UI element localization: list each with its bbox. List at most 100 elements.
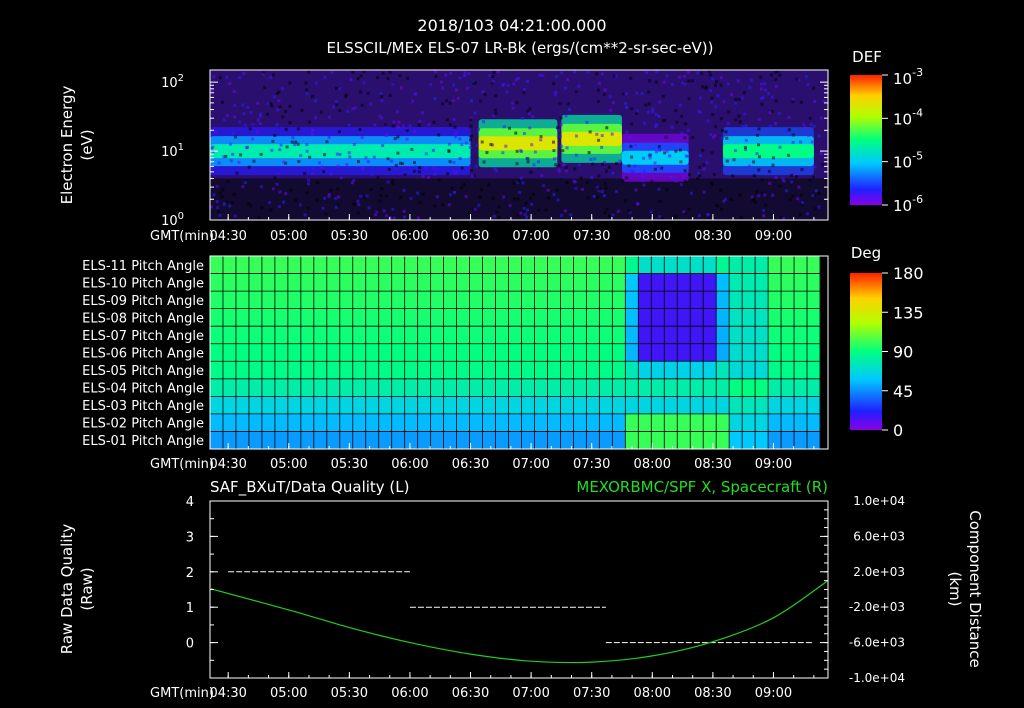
pitch-cell — [716, 326, 730, 345]
noise-pixel — [669, 175, 673, 179]
noise-pixel — [445, 118, 449, 122]
noise-pixel — [330, 71, 334, 75]
pitch-cell — [469, 343, 483, 362]
noise-pixel — [310, 133, 314, 137]
pitch-cell — [703, 273, 717, 292]
noise-pixel — [359, 90, 363, 94]
pitch-cell — [274, 291, 289, 309]
noise-pixel — [698, 165, 702, 169]
pitch-cell — [599, 256, 613, 274]
quality-tick-label: 3 — [186, 530, 194, 545]
noise-pixel — [512, 181, 516, 185]
noise-pixel — [491, 196, 495, 200]
pitch-cell — [508, 378, 522, 397]
energy-tick-label: 100 — [161, 211, 184, 229]
pitch-cell — [261, 273, 276, 292]
noise-pixel — [403, 215, 407, 219]
noise-pixel — [278, 105, 282, 109]
noise-pixel — [360, 103, 364, 107]
noise-pixel — [421, 175, 425, 179]
pitch-cell — [352, 378, 367, 397]
noise-pixel — [751, 199, 755, 203]
noise-pixel — [616, 209, 620, 213]
pitch-cell — [352, 413, 367, 432]
distance-tick-label: 6.0e+03 — [853, 529, 905, 543]
noise-pixel — [684, 122, 688, 126]
pitch-cell — [599, 343, 613, 362]
noise-pixel — [464, 141, 468, 145]
pitch-cell — [807, 343, 821, 362]
noise-pixel — [269, 102, 273, 106]
noise-pixel — [633, 164, 637, 168]
noise-pixel — [518, 190, 522, 194]
pitch-cell — [482, 291, 496, 309]
noise-pixel — [246, 105, 250, 109]
noise-pixel — [418, 200, 422, 204]
pitch-cell — [404, 361, 418, 380]
noise-pixel — [797, 185, 801, 189]
pitch-cell — [404, 308, 418, 327]
pitch-cell — [742, 256, 756, 274]
noise-pixel — [557, 164, 561, 168]
noise-pixel — [811, 194, 815, 198]
pitch-cell — [742, 308, 756, 327]
pitch-cell — [560, 273, 574, 292]
noise-pixel — [709, 73, 713, 77]
pitch-cell — [703, 308, 717, 327]
noise-pixel — [228, 204, 232, 208]
pitch-cell — [443, 273, 457, 292]
noise-pixel — [469, 124, 473, 128]
pitch-cell — [274, 396, 289, 415]
noise-pixel — [645, 172, 649, 176]
noise-pixel — [819, 152, 823, 156]
noise-pixel — [417, 123, 421, 127]
pitch-cell — [365, 256, 380, 274]
pitch-cell — [482, 308, 496, 327]
noise-pixel — [564, 86, 568, 90]
pitch-cell — [807, 413, 821, 432]
pitch-cell — [547, 378, 561, 397]
pitch-cell — [417, 308, 431, 327]
noise-pixel — [427, 122, 431, 126]
noise-pixel — [392, 216, 396, 220]
noise-pixel — [709, 89, 713, 93]
pitch-cell — [210, 273, 224, 292]
noise-pixel — [560, 71, 564, 75]
noise-pixel — [229, 142, 233, 146]
noise-pixel — [681, 81, 685, 85]
pitch-cell — [430, 343, 444, 362]
noise-pixel — [627, 209, 631, 213]
pitch-cell — [495, 256, 509, 274]
noise-pixel — [665, 149, 669, 153]
def-tick-base: 10 — [893, 70, 912, 88]
distance-tick-label: -2.0e+03 — [849, 600, 905, 614]
noise-pixel — [249, 204, 253, 208]
noise-pixel — [788, 197, 792, 201]
time-tick-label: 05:00 — [270, 457, 307, 472]
noise-pixel — [238, 120, 242, 124]
noise-pixel — [627, 164, 631, 168]
def-tick-exponent: -4 — [912, 106, 923, 119]
def-colorbar-ticks: 10-310-410-510-6 — [882, 66, 923, 215]
noise-pixel — [661, 94, 665, 98]
noise-pixel — [294, 140, 298, 144]
noise-pixel — [607, 165, 611, 169]
noise-pixel — [482, 160, 486, 164]
pitch-cell — [781, 378, 795, 397]
noise-pixel — [726, 168, 730, 172]
noise-pixel — [611, 171, 615, 175]
noise-pixel — [338, 108, 342, 112]
noise-pixel — [624, 92, 628, 96]
noise-pixel — [380, 95, 384, 99]
noise-pixel — [396, 125, 400, 129]
pitch-cell — [703, 378, 717, 397]
pitch-cell — [235, 396, 250, 415]
def-colorbar: DEF 10-310-410-510-6 — [850, 48, 923, 215]
pitch-cell — [300, 361, 315, 380]
noise-pixel — [623, 199, 627, 203]
pitch-cell — [469, 378, 483, 397]
pitch-cell — [781, 256, 795, 274]
noise-pixel — [572, 179, 576, 183]
noise-pixel — [604, 186, 608, 190]
noise-pixel — [284, 192, 288, 196]
